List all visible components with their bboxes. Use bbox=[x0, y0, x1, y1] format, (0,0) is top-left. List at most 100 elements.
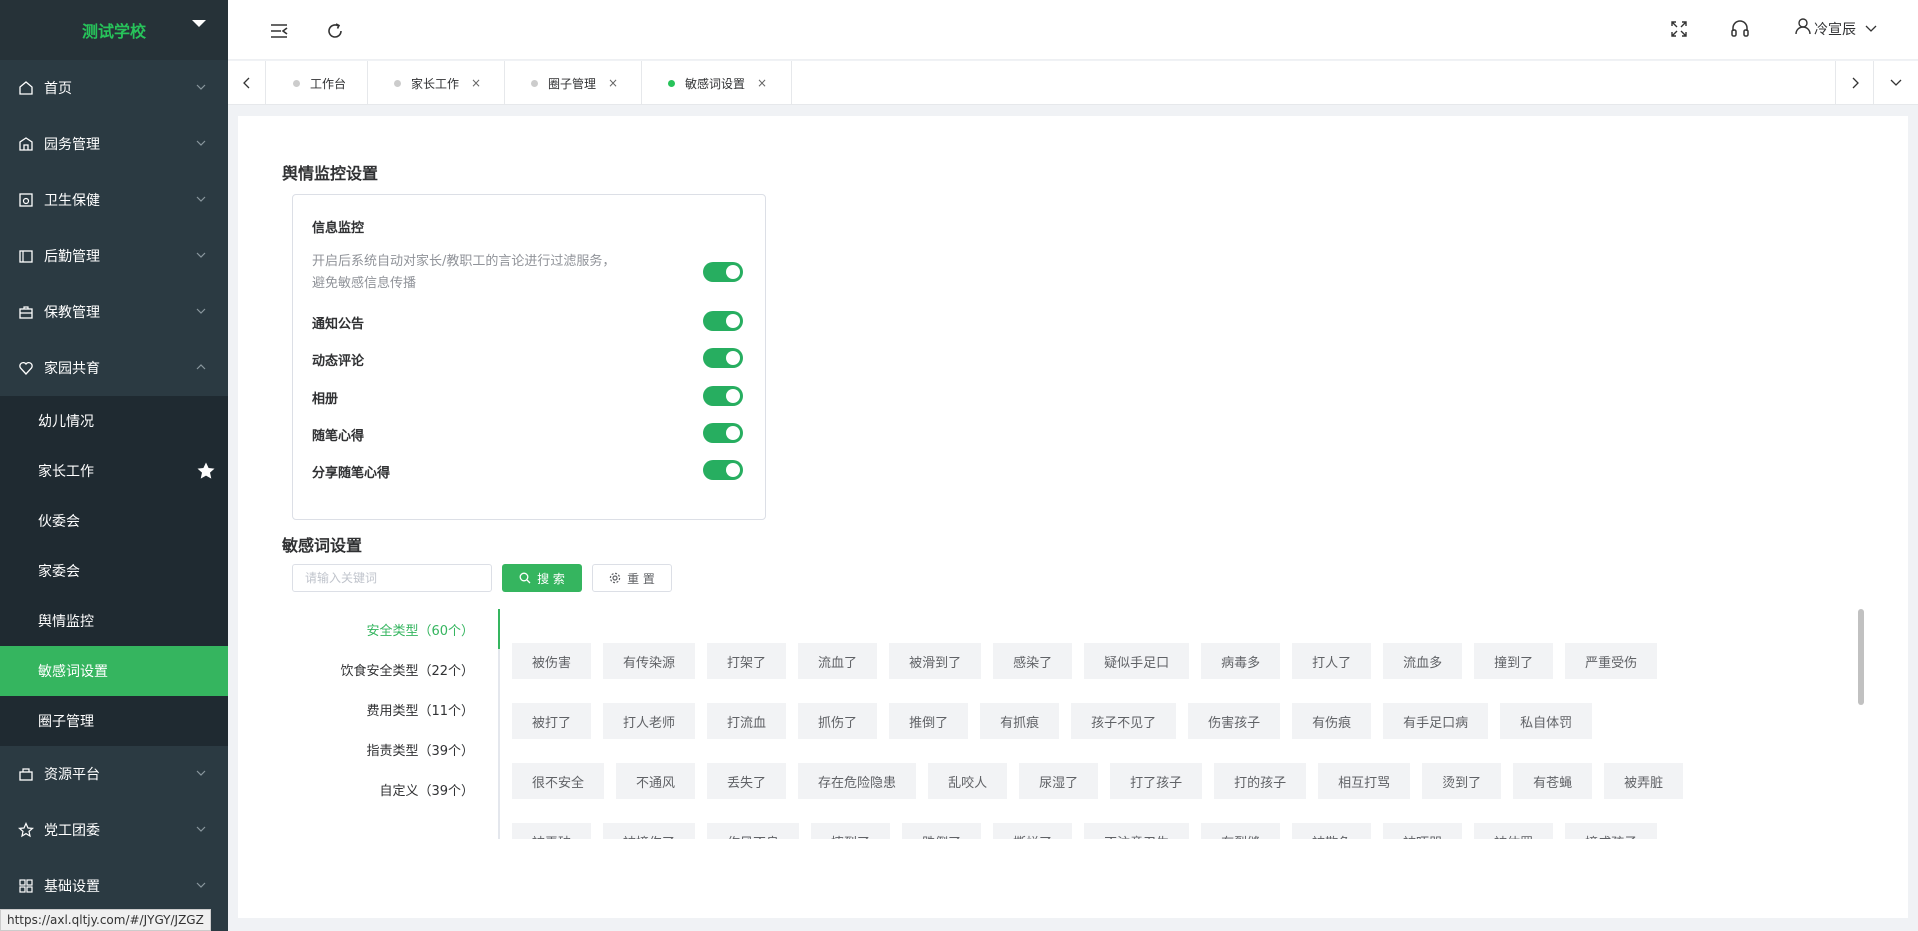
word-tag[interactable]: 伤害孩子 bbox=[1188, 703, 1281, 739]
fullscreen-icon[interactable] bbox=[1668, 18, 1690, 40]
menu-item-home-school[interactable]: 家园共育 bbox=[0, 340, 228, 396]
category-blame[interactable]: 指责类型（39个） bbox=[366, 740, 474, 759]
close-icon[interactable]: × bbox=[757, 76, 767, 90]
sub-item-opinion-monitor[interactable]: 舆情监控 bbox=[0, 596, 228, 646]
word-tag[interactable]: 不注意卫生 bbox=[1084, 823, 1190, 839]
close-icon[interactable]: × bbox=[471, 76, 481, 90]
word-tag[interactable]: 很不安全 bbox=[512, 763, 605, 799]
menu-item-resources[interactable]: 资源平台 bbox=[0, 746, 228, 802]
word-tag[interactable]: 打人老师 bbox=[603, 703, 696, 739]
word-tag[interactable]: 流血了 bbox=[798, 643, 878, 679]
category-safety[interactable]: 安全类型（60个） bbox=[366, 620, 474, 639]
word-tag[interactable]: 不通风 bbox=[616, 763, 696, 799]
word-tag[interactable]: 私自体罚 bbox=[1500, 703, 1593, 739]
word-tag[interactable]: 打架了 bbox=[707, 643, 787, 679]
tab-parent-work[interactable]: 家长工作 × bbox=[368, 61, 505, 105]
word-tag[interactable]: 病毒多 bbox=[1201, 643, 1281, 679]
word-tag[interactable]: 严重受伤 bbox=[1565, 643, 1658, 679]
word-tag[interactable]: 有苍蝇 bbox=[1513, 763, 1593, 799]
sub-item-meal-committee[interactable]: 伙委会 bbox=[0, 496, 228, 546]
menu-fold-icon[interactable] bbox=[268, 20, 290, 42]
word-tag[interactable]: 尿湿了 bbox=[1019, 763, 1099, 799]
reset-button[interactable]: 重 置 bbox=[592, 564, 672, 592]
grid-icon bbox=[18, 878, 34, 894]
chevron-down-icon[interactable] bbox=[1864, 22, 1878, 36]
word-tag[interactable]: 打了孩子 bbox=[1110, 763, 1203, 799]
tab-workbench[interactable]: 工作台 bbox=[267, 61, 368, 105]
info-monitor-switch[interactable] bbox=[703, 262, 743, 282]
word-tag[interactable]: 撞到了 bbox=[1474, 643, 1554, 679]
word-tag[interactable]: 被弄破 bbox=[512, 823, 592, 839]
word-tag[interactable]: 被体罚 bbox=[1474, 823, 1554, 839]
word-tag[interactable]: 打的孩子 bbox=[1214, 763, 1307, 799]
word-tag[interactable]: 撕烂了 bbox=[993, 823, 1073, 839]
user-name[interactable]: 冷宣辰 bbox=[1814, 19, 1856, 39]
word-tag[interactable]: 抓伤了 bbox=[798, 703, 878, 739]
category-fees[interactable]: 费用类型（11个） bbox=[366, 700, 474, 719]
share-essay-switch[interactable] bbox=[703, 460, 743, 480]
category-food-safety[interactable]: 饮食安全类型（22个） bbox=[340, 660, 474, 679]
word-tag[interactable]: 推倒了 bbox=[889, 703, 969, 739]
word-tag[interactable]: 撞成孩子 bbox=[1565, 823, 1658, 839]
word-tag[interactable]: 打流血 bbox=[707, 703, 787, 739]
word-tag[interactable]: 打人了 bbox=[1292, 643, 1372, 679]
word-tag[interactable]: 被吓哭 bbox=[1383, 823, 1463, 839]
word-tag[interactable]: 摔到了 bbox=[811, 823, 891, 839]
star-icon[interactable] bbox=[196, 461, 216, 481]
word-tag[interactable]: 丢失了 bbox=[707, 763, 787, 799]
word-tag[interactable]: 被欺负 bbox=[1292, 823, 1372, 839]
word-tag[interactable]: 被弄脏 bbox=[1604, 763, 1684, 799]
word-tag[interactable]: 相互打骂 bbox=[1318, 763, 1411, 799]
tab-sensitive-words[interactable]: 敏感词设置 × bbox=[642, 61, 792, 105]
word-tag[interactable]: 有裂缝 bbox=[1201, 823, 1281, 839]
menu-item-education[interactable]: 保教管理 bbox=[0, 284, 228, 340]
word-tag[interactable]: 感染了 bbox=[993, 643, 1073, 679]
refresh-icon[interactable] bbox=[324, 20, 346, 42]
tabs-scroll-right[interactable] bbox=[1835, 61, 1873, 105]
word-tag[interactable]: 乱咬人 bbox=[928, 763, 1008, 799]
word-tag[interactable]: 孩子不见了 bbox=[1071, 703, 1177, 739]
album-switch[interactable] bbox=[703, 386, 743, 406]
sub-item-child-status[interactable]: 幼儿情况 bbox=[0, 396, 228, 446]
category-custom[interactable]: 自定义（39个） bbox=[379, 780, 474, 799]
word-tag[interactable]: 烫到了 bbox=[1422, 763, 1502, 799]
user-icon[interactable] bbox=[1794, 17, 1812, 35]
word-tag[interactable]: 被撞伤了 bbox=[603, 823, 696, 839]
menu-item-party[interactable]: 党工团委 bbox=[0, 802, 228, 858]
menu-item-home[interactable]: 首页 bbox=[0, 60, 228, 116]
search-button-label: 搜 索 bbox=[537, 571, 565, 586]
word-tag[interactable]: 流血多 bbox=[1383, 643, 1463, 679]
word-tag[interactable]: 有伤痕 bbox=[1292, 703, 1372, 739]
word-list-scrollbar[interactable] bbox=[1858, 609, 1864, 705]
sub-item-circle-management[interactable]: 圈子管理 bbox=[0, 696, 228, 746]
close-icon[interactable]: × bbox=[608, 76, 618, 90]
word-tag[interactable]: 存在危险隐患 bbox=[798, 763, 917, 799]
menu-item-health[interactable]: 卫生保健 bbox=[0, 172, 228, 228]
menu-item-basic-settings[interactable]: 基础设置 bbox=[0, 858, 228, 914]
comments-switch[interactable] bbox=[703, 348, 743, 368]
word-tag[interactable]: 被伤害 bbox=[512, 643, 592, 679]
sub-item-parent-committee[interactable]: 家委会 bbox=[0, 546, 228, 596]
caret-down-icon[interactable] bbox=[192, 20, 206, 27]
menu-item-logistics[interactable]: 后勤管理 bbox=[0, 228, 228, 284]
word-tag[interactable]: 跌倒了 bbox=[902, 823, 982, 839]
tabs-scroll-left[interactable] bbox=[228, 61, 266, 105]
essay-switch[interactable] bbox=[703, 423, 743, 443]
sub-item-sensitive-words[interactable]: 敏感词设置 bbox=[0, 646, 228, 696]
word-tag[interactable]: 作风不良 bbox=[707, 823, 800, 839]
search-button[interactable]: 搜 索 bbox=[502, 564, 582, 592]
word-tag[interactable]: 有抓痕 bbox=[980, 703, 1060, 739]
keyword-search-input[interactable] bbox=[292, 564, 492, 592]
tab-circle-management[interactable]: 圈子管理 × bbox=[505, 61, 642, 105]
word-tag[interactable]: 被打了 bbox=[512, 703, 592, 739]
word-tag[interactable]: 被滑到了 bbox=[889, 643, 982, 679]
word-tag[interactable]: 疑似手足口 bbox=[1084, 643, 1190, 679]
word-tag[interactable]: 有传染源 bbox=[603, 643, 696, 679]
sub-item-parent-work[interactable]: 家长工作 bbox=[0, 446, 228, 496]
logo-bar[interactable]: 测试学校 bbox=[0, 0, 228, 60]
tabs-dropdown[interactable] bbox=[1873, 61, 1918, 105]
notice-switch[interactable] bbox=[703, 311, 743, 331]
headset-icon[interactable] bbox=[1729, 18, 1751, 40]
word-tag[interactable]: 有手足口病 bbox=[1383, 703, 1489, 739]
menu-item-garden-affairs[interactable]: 园务管理 bbox=[0, 116, 228, 172]
